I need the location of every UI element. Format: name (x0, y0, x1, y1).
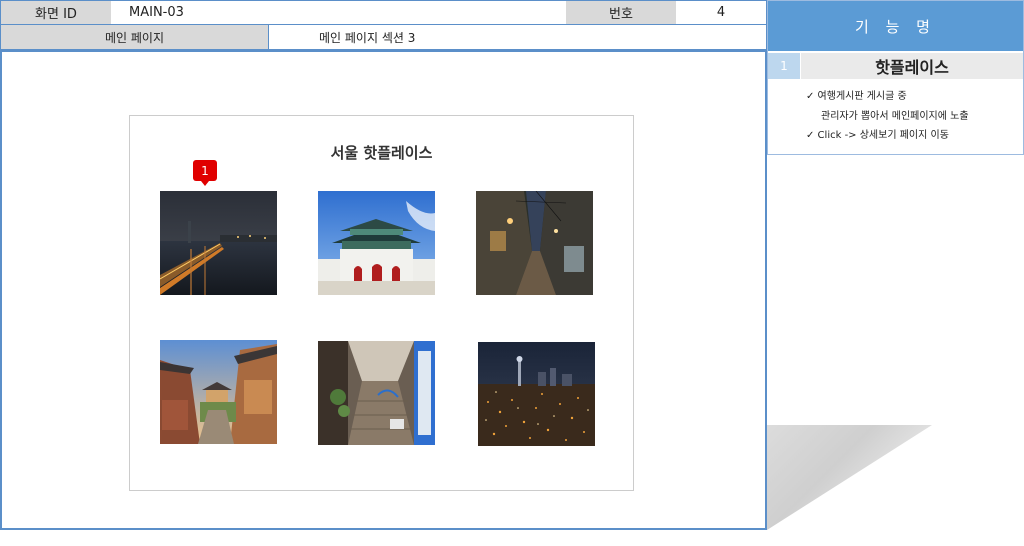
function-spec-panel: 기 능 명 1 핫플레이스 ✓ 여행게시판 게시글 중 관리자가 뽑아서 메인페… (767, 0, 1024, 155)
bukchon-hanok-village-photo[interactable] (160, 340, 277, 444)
seoul-city-night-view-photo[interactable] (478, 342, 595, 446)
screen-id-value: MAIN-03 (129, 5, 184, 20)
spec-header: 기 능 명 (768, 1, 1023, 51)
spec-line-1: ✓ 여행게시판 게시글 중 (806, 91, 907, 102)
screen-info-row-1: 화면 ID MAIN-03 번호 4 (1, 1, 766, 25)
page-label: 메인 페이지 (1, 25, 269, 49)
narrow-alley-stairs-photo[interactable] (318, 341, 435, 445)
spec-line-3: ✓ Click -> 상세보기 페이지 이동 (806, 130, 949, 141)
number-label: 번호 (566, 1, 676, 24)
spec-line-2: 관리자가 뽑아서 메인페이지에 노출 (821, 111, 969, 122)
frame-shadow (767, 425, 932, 530)
han-river-bridge-night-photo[interactable] (160, 191, 277, 295)
spec-item-number: 1 (768, 53, 800, 79)
annotation-badge: 1 (193, 160, 217, 186)
page-value: 메인 페이지 섹션 3 (319, 30, 416, 45)
screen-id-label: 화면 ID (1, 1, 111, 24)
alley-night-photo[interactable] (476, 191, 593, 295)
screen-info-table: 화면 ID MAIN-03 번호 4 메인 페이지 메인 페이지 섹션 3 (0, 0, 767, 50)
spec-item-title: 핫플레이스 (801, 53, 1023, 79)
gwanghwamun-gate-photo[interactable] (318, 191, 435, 295)
number-value: 4 (716, 5, 726, 20)
screen-info-row-2: 메인 페이지 메인 페이지 섹션 3 (1, 25, 766, 50)
